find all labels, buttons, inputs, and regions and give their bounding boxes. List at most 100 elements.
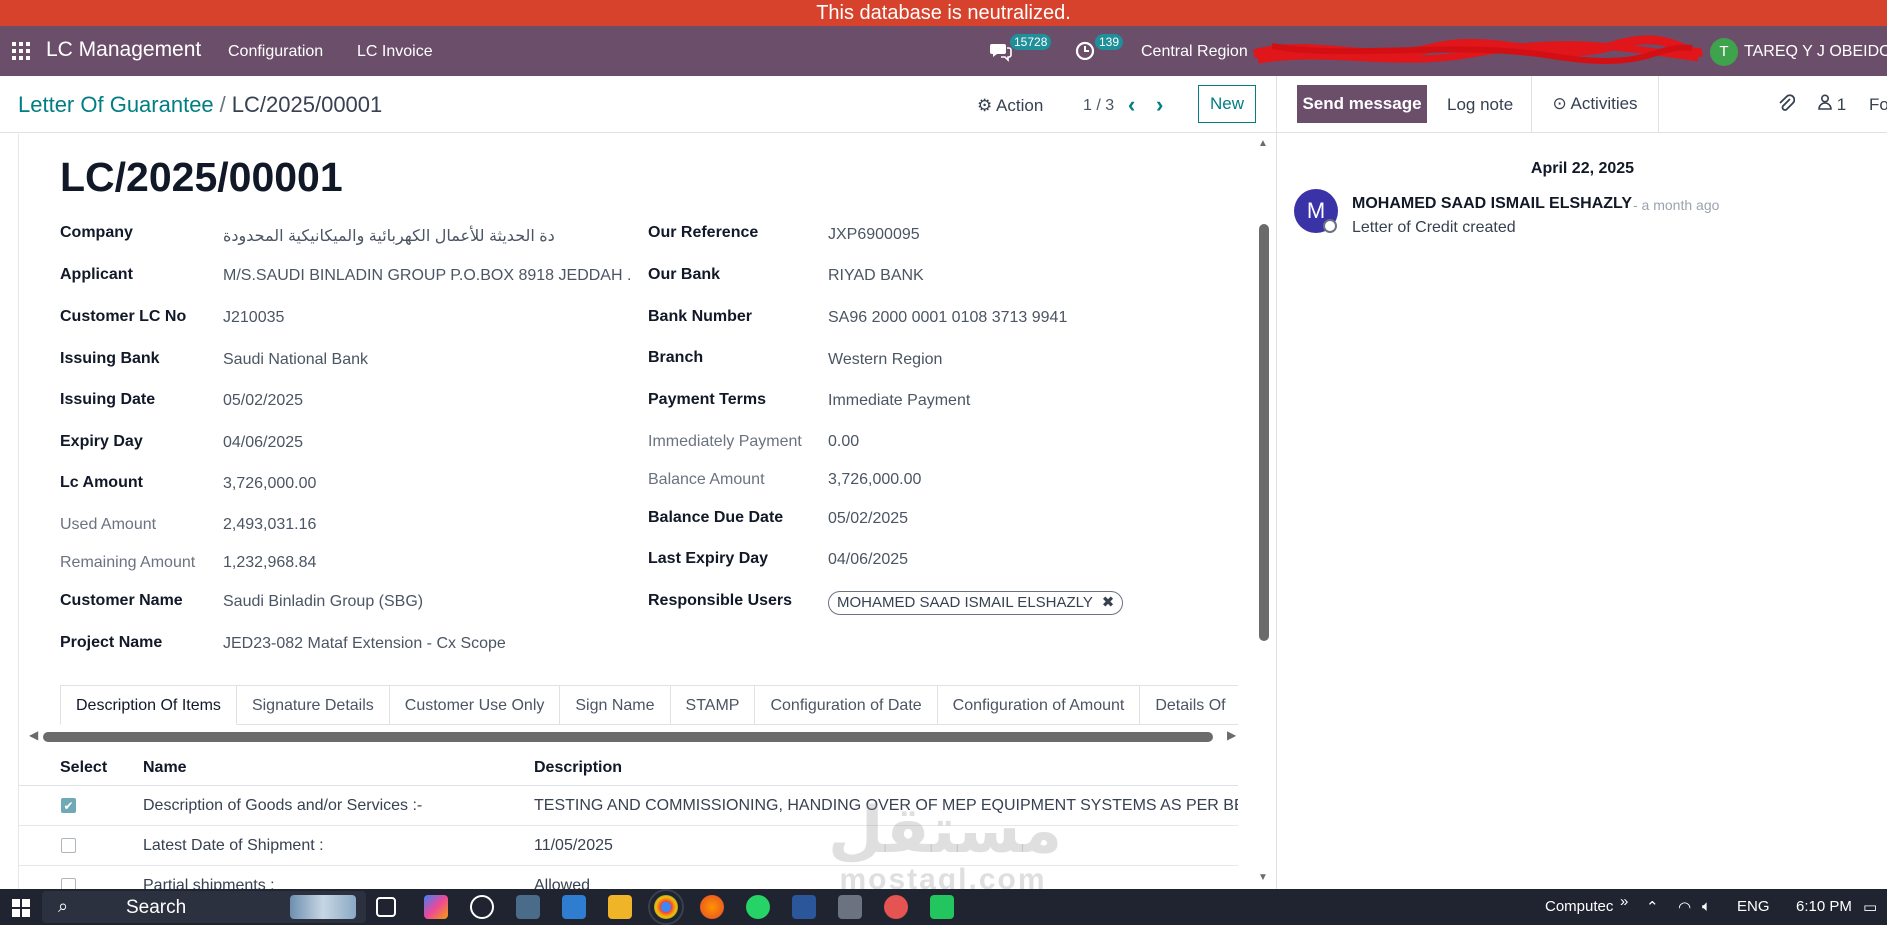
calculator-icon[interactable] (838, 895, 862, 919)
apps-grid-icon[interactable] (12, 42, 30, 60)
company-field[interactable]: دة الحديثة للأعمال الكهربائية والميكانيك… (223, 226, 573, 246)
tab-stamp[interactable]: STAMP (670, 685, 756, 725)
remove-tag-icon[interactable]: ✖ (1102, 594, 1115, 611)
word-icon[interactable] (792, 895, 816, 919)
presence-status-icon (1323, 219, 1337, 233)
tab-configuration-of-date[interactable]: Configuration of Date (755, 685, 938, 725)
follow-button[interactable]: Fo (1869, 95, 1887, 115)
wifi-icon[interactable]: ◠ (1678, 898, 1691, 916)
payment-terms-field[interactable]: Immediate Payment (828, 392, 970, 410)
windows-start-icon[interactable] (12, 899, 30, 917)
activities-button[interactable]: ⊙ Activities (1531, 76, 1659, 133)
search-highlight-image (290, 895, 356, 919)
followers-button[interactable]: 1 (1818, 94, 1846, 115)
tray-user[interactable]: Computec (1545, 898, 1613, 915)
used-amount-label: Used Amount (60, 516, 157, 533)
message-author[interactable]: MOHAMED SAAD ISMAIL ELSHAZLY (1352, 195, 1632, 213)
tab-details-of[interactable]: Details Of (1140, 685, 1238, 725)
tab-description-of-items[interactable]: Description Of Items (60, 685, 237, 725)
issuing-bank-field[interactable]: Saudi National Bank (223, 351, 368, 369)
whatsapp-icon[interactable] (746, 895, 770, 919)
applicant-field[interactable]: M/S.SAUDI BINLADIN GROUP P.O.BOX 8918 JE… (223, 267, 631, 285)
pycharm-icon[interactable] (930, 895, 954, 919)
customer-name-field[interactable]: Saudi Binladin Group (SBG) (223, 593, 423, 611)
responsible-user-tag[interactable]: MOHAMED SAAD ISMAIL ELSHAZLY ✖ (828, 591, 1124, 615)
app-icon-12[interactable] (884, 895, 908, 919)
select-checkbox[interactable] (61, 878, 76, 889)
form-vertical-scrollbar[interactable]: ▲ ▼ (1256, 134, 1270, 889)
copilot-icon[interactable] (424, 895, 448, 919)
clock-time[interactable]: 6:10 PM (1796, 898, 1852, 915)
app-icon-4[interactable] (516, 895, 540, 919)
column-name[interactable]: Name (143, 759, 187, 777)
clock-icon (1075, 41, 1095, 61)
horizontal-scroll-thumb[interactable] (43, 732, 1213, 742)
messages-button[interactable]: 15728 (990, 34, 1052, 67)
chatgpt-icon[interactable] (470, 895, 494, 919)
volume-icon[interactable]: 🔈︎ (1702, 898, 1711, 915)
customer-name-label: Customer Name (60, 592, 183, 609)
pager-previous-button[interactable]: ‹ (1128, 92, 1135, 118)
project-name-field[interactable]: JED23-082 Mataf Extension - Cx Scope (223, 635, 506, 653)
menu-lc-invoice[interactable]: LC Invoice (357, 43, 433, 61)
task-view-icon[interactable] (376, 897, 396, 917)
company-switcher[interactable]: Central Region (1141, 43, 1248, 61)
expiry-day-field[interactable]: 04/06/2025 (223, 434, 303, 452)
balance-amount-field: 3,726,000.00 (828, 471, 922, 488)
scroll-right-arrow-icon[interactable]: ▶ (1227, 728, 1236, 742)
tray-expand-icon[interactable]: » (1620, 893, 1628, 910)
branch-field[interactable]: Western Region (828, 351, 942, 369)
pager-next-button[interactable]: › (1156, 92, 1163, 118)
lc-amount-field[interactable]: 3,726,000.00 (223, 475, 316, 493)
balance-due-date-field[interactable]: 05/02/2025 (828, 510, 908, 528)
tab-configuration-of-amount[interactable]: Configuration of Amount (937, 685, 1141, 725)
issuing-date-field[interactable]: 05/02/2025 (223, 392, 303, 410)
select-checkbox[interactable] (61, 838, 76, 853)
column-select[interactable]: Select (60, 759, 107, 777)
notification-icon[interactable]: ▭ (1863, 898, 1877, 916)
send-message-button[interactable]: Send message (1297, 85, 1427, 123)
user-avatar[interactable]: T (1710, 38, 1738, 66)
vertical-scroll-thumb[interactable] (1259, 224, 1269, 641)
bank-number-field[interactable]: SA96 2000 0001 0108 3713 9941 (828, 309, 1067, 327)
select-checkbox[interactable]: ✔ (61, 798, 76, 813)
menu-configuration[interactable]: Configuration (228, 43, 323, 61)
used-amount-field: 2,493,031.16 (223, 516, 317, 533)
chrome-icon[interactable] (648, 889, 684, 925)
tabs-horizontal-scrollbar[interactable]: ◀ ▶ (27, 728, 1238, 744)
tab-sign-name[interactable]: Sign Name (560, 685, 671, 725)
neutralized-banner: This database is neutralized. (0, 0, 1887, 26)
user-menu[interactable]: TAREQ Y J OBEIDO E (1744, 43, 1887, 61)
breadcrumb-separator: / (219, 92, 226, 117)
file-explorer-icon[interactable] (608, 895, 632, 919)
taskbar-search[interactable]: ⌕ Search (42, 891, 366, 923)
balance-amount-label: Balance Amount (648, 471, 765, 488)
chatter-panel: Send message Log note ⊙ Activities 1 Fo … (1276, 76, 1887, 889)
remaining-amount-label: Remaining Amount (60, 554, 196, 571)
new-button[interactable]: New (1198, 85, 1256, 123)
last-expiry-day-field[interactable]: 04/06/2025 (828, 551, 908, 569)
activities-button[interactable]: 139 (1075, 34, 1124, 65)
tab-customer-use-only[interactable]: Customer Use Only (389, 685, 561, 725)
action-menu-button[interactable]: ⚙ Action (977, 96, 1043, 116)
firefox-icon[interactable] (700, 895, 724, 919)
column-description[interactable]: Description (534, 759, 622, 777)
company-label: Company (60, 224, 133, 241)
app-icon-5[interactable] (562, 895, 586, 919)
our-bank-field[interactable]: RIYAD BANK (828, 267, 924, 285)
row-name: Partial shipments : (143, 877, 275, 889)
language-indicator[interactable]: ENG (1737, 898, 1770, 915)
log-note-button[interactable]: Log note (1447, 95, 1513, 115)
app-name[interactable]: LC Management (46, 38, 201, 62)
customer-lc-no-field[interactable]: J210035 (223, 309, 284, 327)
pager-value[interactable]: 1 / 3 (1083, 97, 1114, 115)
scroll-up-arrow-icon[interactable]: ▲ (1258, 138, 1268, 149)
chevron-up-icon[interactable]: ⌃ (1646, 898, 1659, 916)
our-reference-field[interactable]: JXP6900095 (828, 226, 920, 244)
tab-signature-details[interactable]: Signature Details (236, 685, 390, 725)
scroll-left-arrow-icon[interactable]: ◀ (29, 728, 38, 742)
scroll-down-arrow-icon[interactable]: ▼ (1258, 872, 1268, 883)
breadcrumb-parent-link[interactable]: Letter Of Guarantee (18, 92, 214, 117)
lc-amount-label: Lc Amount (60, 474, 143, 491)
paperclip-icon[interactable] (1777, 93, 1796, 119)
